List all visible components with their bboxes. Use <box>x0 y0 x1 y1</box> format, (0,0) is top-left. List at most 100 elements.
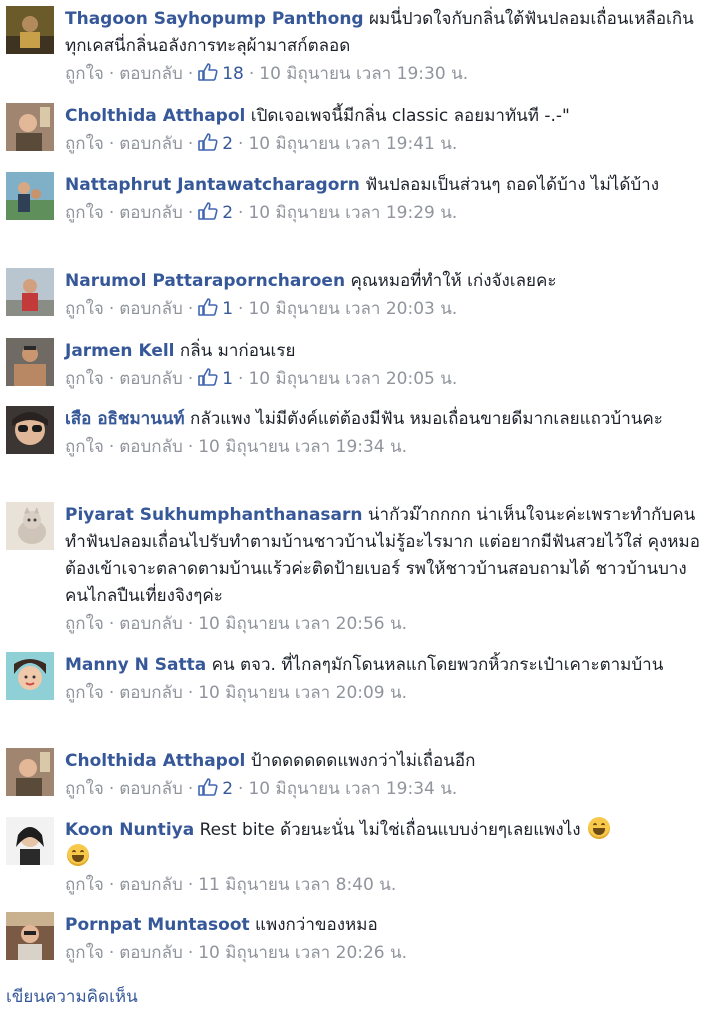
thumbs-up-icon <box>198 298 218 316</box>
thumbs-up-icon <box>198 63 218 81</box>
avatar[interactable] <box>6 748 54 796</box>
like-link[interactable]: ถูกใจ <box>65 369 104 389</box>
laughing-emoji-icon <box>587 817 610 839</box>
timestamp[interactable]: 10 มิถุนายน เวลา 20:05 น. <box>248 369 457 389</box>
timestamp[interactable]: 10 มิถุนายน เวลา 19:34 น. <box>248 779 457 799</box>
reply-link[interactable]: ตอบกลับ <box>119 369 183 389</box>
avatar[interactable] <box>6 6 54 54</box>
comment-actions: ถูกใจ · ตอบกลับ · 1 · 10 มิถุนายน เวลา 20:03 น… <box>65 296 707 322</box>
commenter-name[interactable]: Cholthida Atthapol <box>65 751 245 771</box>
commenter-name[interactable]: Narumol Pattaraporncharoen <box>65 271 345 291</box>
avatar[interactable] <box>6 103 54 151</box>
like-link[interactable]: ถูกใจ <box>65 134 104 154</box>
thumbs-up-icon <box>198 202 218 220</box>
reply-link[interactable]: ตอบกลับ <box>119 614 183 634</box>
separator-dot: · <box>187 299 194 319</box>
commenter-name[interactable]: เสือ อธิชมานนท์ <box>65 409 185 429</box>
like-link[interactable]: ถูกใจ <box>65 437 104 457</box>
comment-text: ป้าดดดดดดแพงกว่าไม่เถื่อนอีก <box>250 751 476 771</box>
write-comment-link[interactable]: เขียนความคิดเห็น <box>6 984 138 1010</box>
separator-dot: · <box>187 134 194 154</box>
timestamp[interactable]: 10 มิถุนายน เวลา 19:41 น. <box>248 134 457 154</box>
separator-dot: · <box>238 299 244 319</box>
timestamp[interactable]: 10 มิถุนายน เวลา 20:09 น. <box>198 683 407 703</box>
reply-link[interactable]: ตอบกลับ <box>119 203 183 223</box>
separator-dot: · <box>187 875 194 895</box>
timestamp[interactable]: 10 มิถุนายน เวลา 19:34 น. <box>198 437 407 457</box>
like-link[interactable]: ถูกใจ <box>65 299 104 319</box>
separator-dot: · <box>108 299 115 319</box>
timestamp[interactable]: 10 มิถุนายน เวลา 19:30 น. <box>259 64 468 84</box>
avatar[interactable] <box>6 172 54 220</box>
timestamp[interactable]: 10 มิถุนายน เวลา 20:03 น. <box>248 299 457 319</box>
comment-text: Rest bite ด้วยนะนั่น ไม่ใช่เถื่อนแบบง่าย… <box>199 820 581 840</box>
comment-text: กลัวแพง ไม่มีตังค์แต่ต้องมีฟัน หมอเถื่อน… <box>190 409 663 429</box>
like-link[interactable]: ถูกใจ <box>65 875 104 895</box>
like-link[interactable]: ถูกใจ <box>65 64 104 84</box>
comment-actions: ถูกใจ · ตอบกลับ · 11 มิถุนายน เวลา 8:40 น. <box>65 872 707 898</box>
comment-actions: ถูกใจ · ตอบกลับ · 2 · 10 มิถุนายน เวลา 19:29 น… <box>65 200 707 226</box>
timestamp[interactable]: 11 มิถุนายน เวลา 8:40 น. <box>198 875 396 895</box>
separator-dot: · <box>187 779 194 799</box>
thumbs-up-icon <box>198 133 218 151</box>
separator-dot: · <box>108 779 115 799</box>
commenter-name[interactable]: Koon Nuntiya <box>65 820 194 840</box>
reply-link[interactable]: ตอบกลับ <box>119 299 183 319</box>
reply-link[interactable]: ตอบกลับ <box>119 437 183 457</box>
like-count[interactable]: 1 <box>198 368 233 389</box>
reply-link[interactable]: ตอบกลับ <box>119 943 183 963</box>
separator-dot: · <box>187 683 194 703</box>
separator-dot: · <box>187 437 194 457</box>
comment-actions: ถูกใจ · ตอบกลับ · 2 · 10 มิถุนายน เวลา 19:41 น… <box>65 131 707 157</box>
commenter-name[interactable]: Cholthida Atthapol <box>65 106 245 126</box>
like-link[interactable]: ถูกใจ <box>65 683 104 703</box>
like-link[interactable]: ถูกใจ <box>65 203 104 223</box>
separator-dot: · <box>108 64 115 84</box>
reply-link[interactable]: ตอบกลับ <box>119 683 183 703</box>
timestamp[interactable]: 10 มิถุนายน เวลา 20:56 น. <box>198 614 407 634</box>
commenter-name[interactable]: Manny N Satta <box>65 655 206 675</box>
laughing-emoji-icon <box>67 844 89 866</box>
separator-dot: · <box>238 134 244 154</box>
avatar[interactable] <box>6 502 54 550</box>
reply-link[interactable]: ตอบกลับ <box>119 875 183 895</box>
timestamp[interactable]: 10 มิถุนายน เวลา 20:26 น. <box>198 943 407 963</box>
commenter-name[interactable]: Nattaphrut Jantawatcharagorn <box>65 175 360 195</box>
like-count[interactable]: 2 <box>198 202 233 223</box>
comment-actions: ถูกใจ · ตอบกลับ · 10 มิถุนายน เวลา 20:09 น. <box>65 680 707 706</box>
separator-dot: · <box>238 779 244 799</box>
commenter-name[interactable]: Thagoon Sayhopump Panthong <box>65 9 364 29</box>
commenter-name[interactable]: Piyarat Sukhumphanthanasarn <box>65 505 363 525</box>
separator-dot: · <box>238 203 244 223</box>
separator-dot: · <box>187 64 194 84</box>
like-count[interactable]: 2 <box>198 133 233 154</box>
like-link[interactable]: ถูกใจ <box>65 779 104 799</box>
thumbs-up-icon <box>198 368 218 386</box>
avatar[interactable] <box>6 406 54 454</box>
commenter-name[interactable]: Pornpat Muntasoot <box>65 915 250 935</box>
separator-dot: · <box>187 943 194 963</box>
separator-dot: · <box>187 369 194 389</box>
like-count[interactable]: 2 <box>198 778 233 799</box>
commenter-name[interactable]: Jarmen Kell <box>65 341 175 361</box>
separator-dot: · <box>108 203 115 223</box>
separator-dot: · <box>187 614 194 634</box>
reply-link[interactable]: ตอบกลับ <box>119 134 183 154</box>
separator-dot: · <box>108 875 115 895</box>
separator-dot: · <box>108 614 115 634</box>
avatar[interactable] <box>6 652 54 700</box>
like-count[interactable]: 18 <box>198 63 244 84</box>
avatar[interactable] <box>6 268 54 316</box>
like-link[interactable]: ถูกใจ <box>65 614 104 634</box>
comment-text: ฟันปลอมเป็นส่วนๆ ถอดได้บ้าง ไม่ได้บ้าง <box>365 175 660 195</box>
thumbs-up-icon <box>198 778 218 796</box>
avatar[interactable] <box>6 912 54 960</box>
avatar[interactable] <box>6 338 54 386</box>
like-link[interactable]: ถูกใจ <box>65 943 104 963</box>
reply-link[interactable]: ตอบกลับ <box>119 64 183 84</box>
timestamp[interactable]: 10 มิถุนายน เวลา 19:29 น. <box>248 203 457 223</box>
reply-link[interactable]: ตอบกลับ <box>119 779 183 799</box>
comment-actions: ถูกใจ · ตอบกลับ · 2 · 10 มิถุนายน เวลา 19:34 น… <box>65 776 707 802</box>
like-count[interactable]: 1 <box>198 298 233 319</box>
avatar[interactable] <box>6 817 54 865</box>
